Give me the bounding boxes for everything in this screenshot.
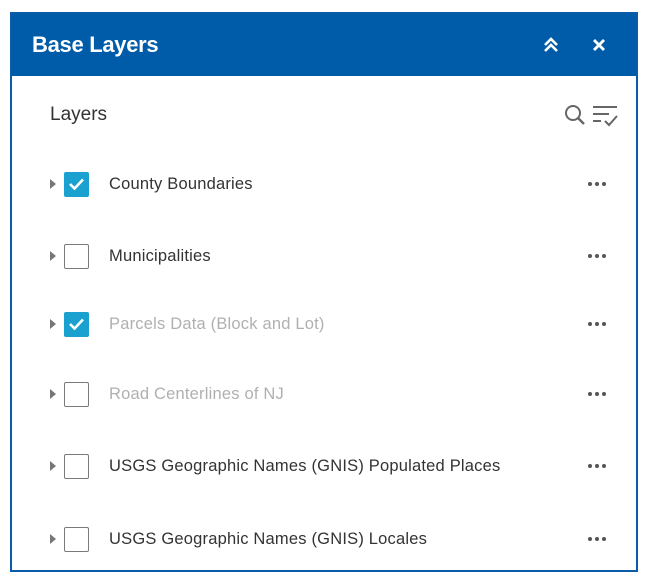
expand-caret-icon[interactable] — [49, 177, 57, 191]
close-icon — [593, 39, 605, 51]
expand-caret-icon[interactable] — [49, 387, 57, 401]
more-options-icon[interactable] — [582, 384, 612, 404]
more-options-icon[interactable] — [582, 456, 612, 476]
more-options-icon[interactable] — [582, 174, 612, 194]
filter-button[interactable] — [592, 100, 618, 130]
checkmark-icon — [69, 318, 84, 331]
layer-checkbox[interactable] — [64, 381, 89, 407]
search-button[interactable] — [562, 100, 588, 130]
layers-header: Layers — [12, 76, 636, 154]
layer-row[interactable]: USGS Geographic Names (GNIS) Populated P… — [12, 432, 636, 500]
collapse-button[interactable] — [534, 28, 568, 62]
expand-caret-icon[interactable] — [49, 532, 57, 546]
panel-title: Base Layers — [32, 32, 159, 57]
layer-row[interactable]: County Boundaries — [12, 154, 636, 214]
layer-label: USGS Geographic Names (GNIS) Locales — [109, 530, 428, 548]
close-button[interactable] — [582, 28, 616, 62]
layer-label: Road Centerlines of NJ — [109, 385, 284, 403]
layer-label: Municipalities — [109, 247, 211, 265]
filter-list-icon — [593, 106, 618, 127]
layer-checkbox[interactable] — [64, 453, 89, 479]
panel-titlebar: Base Layers — [12, 14, 636, 76]
more-options-icon[interactable] — [582, 314, 612, 334]
layer-label: Parcels Data (Block and Lot) — [109, 315, 325, 333]
layer-row[interactable]: Parcels Data (Block and Lot) — [12, 294, 636, 354]
layer-checkbox[interactable] — [64, 171, 89, 197]
layers-title: Layers — [50, 104, 108, 125]
layer-label: County Boundaries — [109, 175, 253, 193]
layer-row[interactable]: Municipalities — [12, 226, 636, 286]
more-options-icon[interactable] — [582, 246, 612, 266]
search-icon — [565, 105, 585, 125]
layer-checkbox[interactable] — [64, 311, 89, 337]
expand-caret-icon[interactable] — [49, 249, 57, 263]
double-chevron-up-icon — [544, 37, 558, 52]
layer-checkbox[interactable] — [64, 243, 89, 269]
more-options-icon[interactable] — [582, 529, 612, 549]
expand-caret-icon[interactable] — [49, 459, 57, 473]
expand-caret-icon[interactable] — [49, 317, 57, 331]
base-layers-panel: Base Layers Layers County Boundaries Mun… — [10, 12, 638, 572]
layer-checkbox[interactable] — [64, 526, 89, 552]
checkmark-icon — [69, 178, 84, 191]
layer-row[interactable]: USGS Geographic Names (GNIS) Locales — [12, 509, 636, 569]
layer-label: USGS Geographic Names (GNIS) Populated P… — [109, 457, 501, 475]
layer-row[interactable]: Road Centerlines of NJ — [12, 364, 636, 424]
